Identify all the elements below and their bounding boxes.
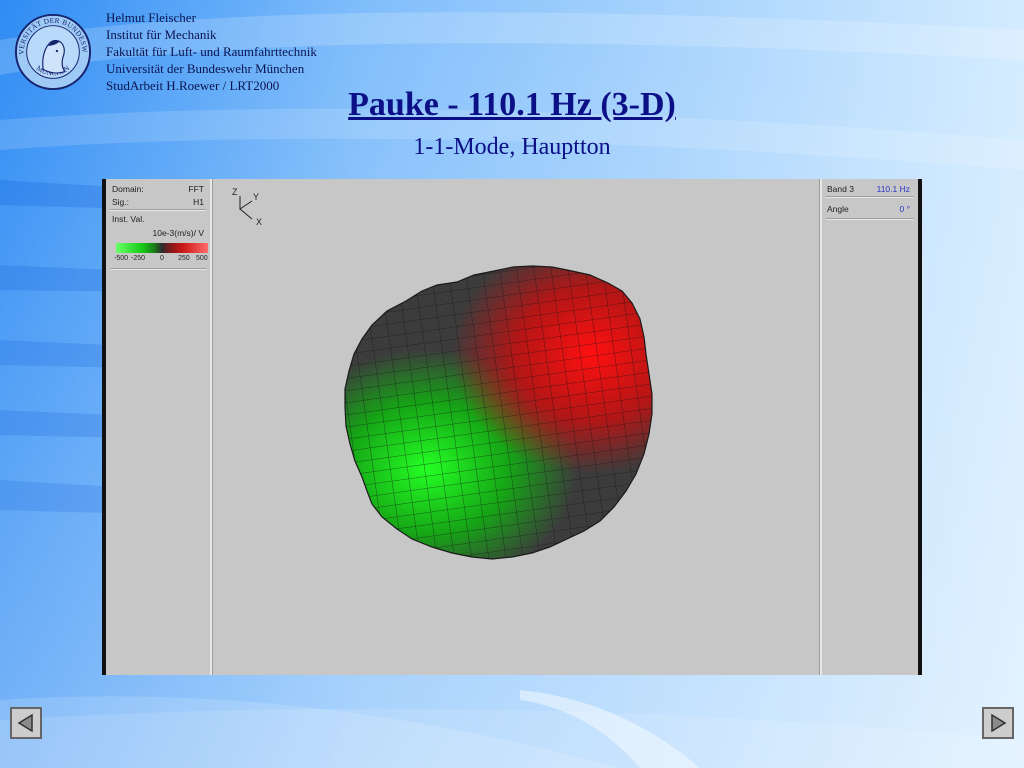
- angle-row: Angle 0 °: [827, 204, 913, 214]
- author-line: Universität der Bundeswehr München: [106, 61, 305, 76]
- inst-val-label: Inst. Val.: [112, 214, 145, 224]
- triangle-left-icon: [17, 713, 33, 733]
- scale-tick: -250: [131, 255, 146, 262]
- divider: [826, 197, 914, 198]
- right-info-panel: Band 3 110.1 Hz Angle 0 °: [820, 179, 918, 675]
- domain-value: FFT: [188, 184, 204, 194]
- next-slide-button[interactable]: [982, 707, 1014, 739]
- axis-label-y: Y: [253, 192, 259, 202]
- divider: [110, 210, 206, 211]
- author-line: Fakultät für Luft- und Raumfahrttechnik: [106, 44, 317, 59]
- scale-ticks: -500 -250 0 250 500: [114, 255, 210, 265]
- author-line: Institut für Mechanik: [106, 27, 217, 42]
- left-info-panel: Domain: FFT Sig.: H1 Inst. Val. 10e-3(m/…: [106, 179, 212, 675]
- university-seal-logo: UNIVERSITÄT DER BUNDESWEHR MÜNCHEN: [14, 13, 92, 91]
- sig-value: H1: [193, 197, 204, 207]
- triangle-right-icon: [991, 713, 1007, 733]
- angle-label: Angle: [827, 204, 849, 214]
- axis-label-x: X: [256, 217, 262, 227]
- author-info: Helmut Fleischer Institut für Mechanik F…: [106, 9, 317, 94]
- slide-subtitle: 1-1-Mode, Hauptton: [413, 134, 611, 160]
- band-label: Band 3: [827, 184, 854, 194]
- domain-row: Domain: FFT: [112, 184, 206, 194]
- color-scale-bar: [116, 243, 208, 253]
- axis-triad: [239, 196, 253, 220]
- axis-label-z: Z: [232, 187, 238, 197]
- previous-slide-button[interactable]: [10, 707, 42, 739]
- domain-label: Domain:: [112, 184, 144, 194]
- units-label: 10e-3(m/s)/ V: [152, 228, 205, 238]
- divider: [826, 219, 914, 220]
- scale-tick: 500: [196, 255, 208, 262]
- mode-shape-plot: Z Y X: [232, 187, 653, 560]
- band-row: Band 3 110.1 Hz: [827, 184, 913, 194]
- sig-row: Sig.: H1: [112, 197, 206, 207]
- band-value: 110.1 Hz: [876, 184, 910, 194]
- vibrometer-screen: Domain: FFT Sig.: H1 Inst. Val. 10e-3(m/…: [102, 179, 922, 675]
- author-line: Helmut Fleischer: [106, 10, 196, 25]
- slide-title: Pauke - 110.1 Hz (3-D): [348, 86, 676, 123]
- sig-label: Sig.:: [112, 197, 130, 207]
- angle-value: 0 °: [899, 204, 911, 214]
- scale-tick: 250: [178, 255, 190, 262]
- scale-tick: 0: [160, 255, 164, 262]
- scale-tick: -500: [114, 255, 129, 262]
- divider: [110, 269, 206, 270]
